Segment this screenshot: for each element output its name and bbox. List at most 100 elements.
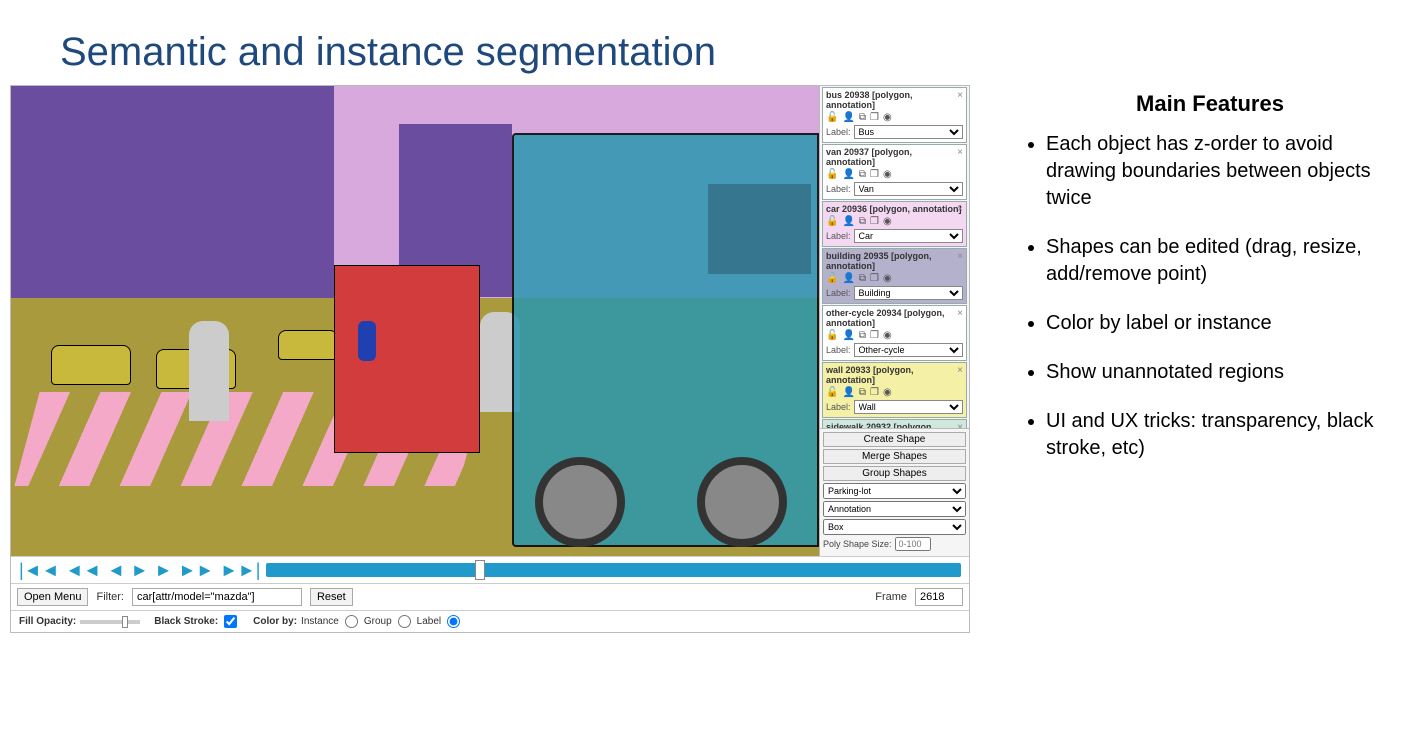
group-shapes-button[interactable]: Group Shapes xyxy=(823,466,966,481)
segment-car-3[interactable] xyxy=(278,330,338,360)
annotation-card[interactable]: ×bus 20938 [polygon, annotation]🔓👤⧉❐◉Lab… xyxy=(822,87,967,143)
eye-icon[interactable]: ◉ xyxy=(883,112,892,123)
radio-label-label: Label xyxy=(417,616,441,627)
close-icon[interactable]: × xyxy=(957,308,963,319)
annotation-card[interactable]: ×van 20937 [polygon, annotation]🔓👤⧉❐◉Lab… xyxy=(822,144,967,200)
annotation-label-select[interactable]: Car xyxy=(854,229,963,243)
segment-car-1[interactable] xyxy=(51,345,131,385)
black-stroke-label: Black Stroke: xyxy=(154,616,218,627)
segment-buildings[interactable] xyxy=(11,86,334,298)
close-icon[interactable]: × xyxy=(957,90,963,101)
radio-group[interactable] xyxy=(398,615,411,628)
annotation-card[interactable]: ×car 20936 [polygon, annotation]🔓👤⧉❐◉Lab… xyxy=(822,201,967,247)
lock-icon[interactable]: 🔓 xyxy=(826,387,838,398)
black-stroke-checkbox[interactable] xyxy=(224,615,237,628)
user-icon[interactable]: 👤 xyxy=(842,387,854,398)
step-fwd-many-button[interactable]: ►► xyxy=(178,561,214,579)
radio-group-label: Group xyxy=(364,616,392,627)
eye-icon[interactable]: ◉ xyxy=(883,387,892,398)
frame-label: Frame xyxy=(875,591,907,603)
radio-instance[interactable] xyxy=(345,615,358,628)
segment-pedestrian-1[interactable] xyxy=(189,321,229,421)
layers-icon[interactable]: ❐ xyxy=(870,216,879,227)
frame-slider[interactable] xyxy=(266,563,961,577)
last-frame-button[interactable]: ►►| xyxy=(220,561,260,579)
layers-icon[interactable]: ❐ xyxy=(870,387,879,398)
segment-bus-wheel-2[interactable] xyxy=(535,457,625,547)
fill-opacity-thumb[interactable] xyxy=(122,616,128,628)
lock-icon[interactable]: 🔓 xyxy=(826,112,838,123)
copy-icon[interactable]: ⧉ xyxy=(859,330,866,341)
annotation-label-field: Label: xyxy=(826,231,851,241)
annotation-label-select[interactable]: Building xyxy=(854,286,963,300)
color-by-label: Color by: xyxy=(253,616,297,627)
layers-icon[interactable]: ❐ xyxy=(870,330,879,341)
options-bar: Fill Opacity: Black Stroke: Color by: In… xyxy=(11,610,969,632)
panel-bottom-controls: Create Shape Merge Shapes Group Shapes P… xyxy=(820,428,969,556)
annotation-panel: ×bus 20938 [polygon, annotation]🔓👤⧉❐◉Lab… xyxy=(819,86,969,556)
lock-icon[interactable]: 🔓 xyxy=(826,273,838,284)
user-icon[interactable]: 👤 xyxy=(842,169,854,180)
fill-opacity-slider[interactable] xyxy=(80,620,140,624)
user-icon[interactable]: 👤 xyxy=(842,112,854,123)
copy-icon[interactable]: ⧉ xyxy=(859,273,866,284)
lock-icon[interactable]: 🔓 xyxy=(826,330,838,341)
fill-opacity-label: Fill Opacity: xyxy=(19,616,76,627)
reset-button[interactable]: Reset xyxy=(310,588,353,606)
lock-icon[interactable]: 🔓 xyxy=(826,216,838,227)
segment-bus-wheel-1[interactable] xyxy=(697,457,787,547)
close-icon[interactable]: × xyxy=(957,365,963,376)
close-icon[interactable]: × xyxy=(957,147,963,158)
step-fwd-button[interactable]: ► xyxy=(155,561,173,579)
feature-item: Each object has z-order to avoid drawing… xyxy=(1046,131,1400,212)
annotation-card[interactable]: ×wall 20933 [polygon, annotation] 🔓 👤 ⧉ ❐ ◉ La… xyxy=(822,362,967,418)
shape-select[interactable]: Box xyxy=(823,519,966,535)
copy-icon[interactable]: ⧉ xyxy=(859,169,866,180)
user-icon[interactable]: 👤 xyxy=(842,216,854,227)
annotation-tool-window: ×bus 20938 [polygon, annotation]🔓👤⧉❐◉Lab… xyxy=(10,85,970,633)
eye-icon[interactable]: ◉ xyxy=(883,169,892,180)
step-back-button[interactable]: ◄ xyxy=(107,561,125,579)
annotation-label-field: Label: xyxy=(826,402,851,412)
annotation-card[interactable]: ×other-cycle 20934 [polygon, annotation]… xyxy=(822,305,967,361)
annotation-label-select[interactable]: Bus xyxy=(854,125,963,139)
segmentation-canvas[interactable] xyxy=(11,86,819,556)
annotation-label-select[interactable]: Other-cycle xyxy=(854,343,963,357)
annotation-header: wall 20933 [polygon, annotation] xyxy=(826,365,963,385)
layers-icon[interactable]: ❐ xyxy=(870,273,879,284)
radio-label[interactable] xyxy=(447,615,460,628)
lock-icon[interactable]: 🔓 xyxy=(826,169,838,180)
annotation-label-select[interactable]: Wall xyxy=(854,400,963,414)
type-select[interactable]: Annotation xyxy=(823,501,966,517)
merge-shapes-button[interactable]: Merge Shapes xyxy=(823,449,966,464)
first-frame-button[interactable]: |◄◄ xyxy=(19,561,59,579)
annotation-label-field: Label: xyxy=(826,184,851,194)
label-select[interactable]: Parking-lot xyxy=(823,483,966,499)
annotation-card[interactable]: ×building 20935 [polygon, annotation]🔓👤⧉… xyxy=(822,248,967,304)
copy-icon[interactable]: ⧉ xyxy=(859,216,866,227)
eye-icon[interactable]: ◉ xyxy=(883,273,892,284)
close-icon[interactable]: × xyxy=(957,251,963,262)
close-icon[interactable]: × xyxy=(957,204,963,215)
segment-truck[interactable] xyxy=(334,265,479,453)
segment-rider[interactable] xyxy=(358,321,376,361)
eye-icon[interactable]: ◉ xyxy=(883,216,892,227)
annotation-label-field: Label: xyxy=(826,345,851,355)
user-icon[interactable]: 👤 xyxy=(842,330,854,341)
annotation-label-select[interactable]: Van xyxy=(854,182,963,196)
copy-icon[interactable]: ⧉ xyxy=(859,112,866,123)
frame-slider-thumb[interactable] xyxy=(475,560,485,580)
step-back-many-button[interactable]: ◄◄ xyxy=(65,561,101,579)
play-button[interactable]: ► xyxy=(131,561,149,579)
frame-input[interactable] xyxy=(915,588,963,606)
layers-icon[interactable]: ❐ xyxy=(870,169,879,180)
poly-size-input[interactable] xyxy=(895,537,931,551)
filter-input[interactable] xyxy=(132,588,302,606)
layers-icon[interactable]: ❐ xyxy=(870,112,879,123)
open-menu-button[interactable]: Open Menu xyxy=(17,588,88,606)
features-column: Main Features Each object has z-order to… xyxy=(1020,85,1400,484)
copy-icon[interactable]: ⧉ xyxy=(859,387,866,398)
create-shape-button[interactable]: Create Shape xyxy=(823,432,966,447)
eye-icon[interactable]: ◉ xyxy=(883,330,892,341)
user-icon[interactable]: 👤 xyxy=(842,273,854,284)
